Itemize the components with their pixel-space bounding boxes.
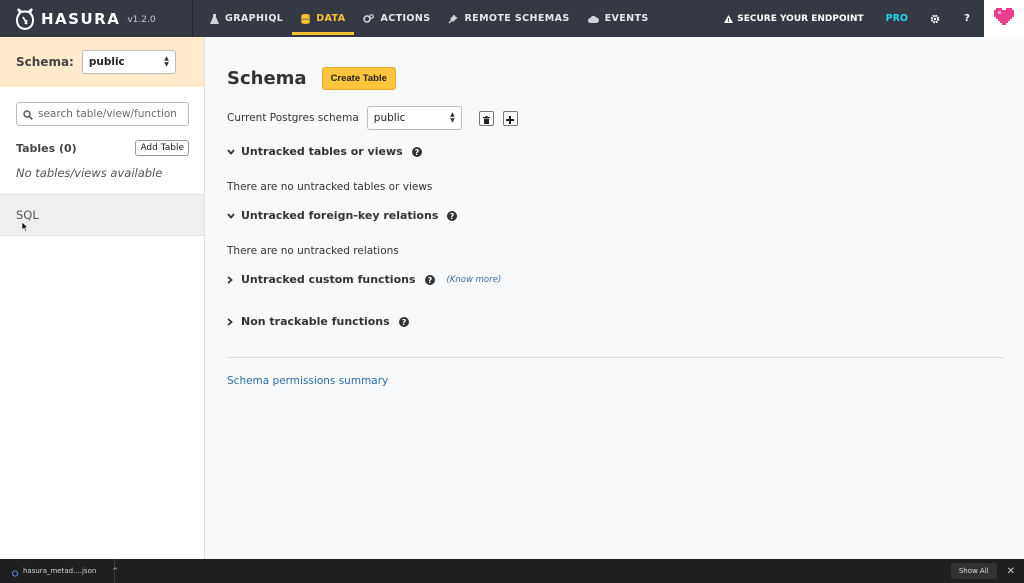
select-arrows-icon: ▲ ▼ [164, 55, 169, 68]
untracked-relations-message: There are no untracked relations [227, 245, 399, 257]
help-button[interactable]: ? [950, 13, 984, 24]
section-title: Untracked tables or views [241, 145, 403, 158]
secure-endpoint-label: SECURE YOUR ENDPOINT [737, 13, 864, 24]
help-question-icon[interactable]: ? [424, 274, 435, 285]
secure-endpoint-link[interactable]: SECURE YOUR ENDPOINT [714, 14, 873, 24]
main-content: Schema Create Table Current Postgres sch… [205, 37, 1024, 559]
settings-gear-icon[interactable] [920, 14, 950, 24]
know-more-link[interactable]: (Know more) [447, 275, 502, 285]
heart-button[interactable] [984, 0, 1024, 37]
section-untracked-tables[interactable]: Untracked tables or views ? [227, 145, 422, 158]
pixel-heart-icon [994, 8, 1014, 29]
section-non-trackable-functions[interactable]: Non trackable functions ? [227, 315, 409, 328]
show-all-button[interactable]: Show All [950, 563, 997, 579]
mouse-cursor-icon [21, 217, 29, 236]
plug-icon [448, 14, 458, 24]
cogs-icon [363, 13, 375, 24]
schema-select[interactable]: public ▲ ▼ [81, 50, 176, 74]
chevron-down-icon [227, 148, 237, 155]
chevron-down-icon [227, 212, 237, 219]
postgres-schema-select[interactable]: public ▲ ▼ [366, 106, 462, 130]
tab-label: REMOTE SCHEMAS [464, 13, 570, 24]
svg-text:?: ? [401, 318, 406, 327]
search-placeholder: search table/view/function [38, 108, 177, 120]
brand[interactable]: HASURA v1.2.0 [0, 0, 193, 37]
chevron-right-icon [227, 275, 237, 284]
chevron-right-icon [227, 317, 237, 326]
schema-label: Schema: [16, 55, 74, 69]
select-arrows-icon: ▲ ▼ [450, 111, 455, 124]
empty-tables-message: No tables/views available [16, 166, 163, 180]
svg-text:?: ? [450, 212, 455, 221]
tab-label: EVENTS [604, 13, 649, 24]
hasura-logo-icon [15, 7, 35, 30]
postgres-schema-row: Current Postgres schema public ▲ ▼ [227, 106, 518, 130]
version-label: v1.2.0 [127, 15, 156, 25]
warning-icon [724, 14, 734, 23]
delete-schema-button[interactable] [478, 109, 494, 128]
tab-data[interactable]: DATA [292, 0, 355, 37]
page-title: Schema [227, 68, 307, 89]
tab-label: GRAPHIQL [225, 13, 284, 24]
svg-text:?: ? [427, 276, 432, 285]
top-navbar: HASURA v1.2.0 GRAPHIQL DATA ACTIONS REMO… [0, 0, 1024, 37]
tables-header: Tables (0) Add Table [16, 140, 189, 156]
database-icon [301, 13, 311, 24]
brand-name: HASURA [41, 9, 121, 28]
trash-icon [482, 109, 490, 128]
svg-text:?: ? [414, 148, 419, 157]
tab-remote-schemas[interactable]: REMOTE SCHEMAS [439, 0, 578, 37]
download-filename: hasura_metad....json [23, 567, 97, 575]
sidebar-item-sql[interactable]: SQL [0, 194, 204, 236]
schema-bar: Schema: public ▲ ▼ [0, 37, 204, 87]
tab-label: DATA [316, 13, 346, 24]
help-question-icon[interactable]: ? [411, 146, 422, 157]
chevron-up-icon[interactable]: ^ [112, 567, 118, 575]
flask-icon [210, 13, 219, 24]
section-title: Untracked custom functions [241, 273, 416, 286]
schema-permissions-link[interactable]: Schema permissions summary [227, 375, 388, 387]
schema-select-value: public [88, 56, 125, 68]
table-search-input[interactable]: search table/view/function [16, 102, 189, 126]
tab-label: ACTIONS [380, 13, 431, 24]
tables-count: Tables (0) [16, 141, 77, 155]
divider [227, 357, 1003, 358]
add-schema-button[interactable] [502, 109, 518, 128]
search-icon [23, 105, 33, 124]
create-table-button[interactable]: Create Table [321, 67, 396, 90]
cloud-icon [587, 15, 599, 23]
tab-actions[interactable]: ACTIONS [354, 0, 439, 37]
tab-events[interactable]: EVENTS [579, 0, 658, 37]
nav-tabs: GRAPHIQL DATA ACTIONS REMOTE SCHEMAS EVE… [201, 0, 658, 37]
download-bar: hasura_metad....json ^ Show All ✕ [0, 559, 1024, 583]
section-title: Non trackable functions [241, 315, 390, 328]
section-title: Untracked foreign-key relations [241, 209, 439, 222]
postgres-schema-label: Current Postgres schema [227, 112, 359, 124]
section-untracked-functions[interactable]: Untracked custom functions ? (Know more) [227, 273, 501, 286]
help-question-icon[interactable]: ? [398, 316, 409, 327]
nav-right: SECURE YOUR ENDPOINT PRO ? [714, 0, 1024, 37]
untracked-tables-message: There are no untracked tables or views [227, 181, 433, 193]
file-icon [11, 562, 19, 581]
section-untracked-relations[interactable]: Untracked foreign-key relations ? [227, 209, 458, 222]
download-item[interactable]: hasura_metad....json ^ [0, 559, 118, 583]
plus-icon [506, 109, 515, 128]
tab-graphiql[interactable]: GRAPHIQL [201, 0, 292, 37]
pro-link[interactable]: PRO [874, 13, 920, 24]
title-row: Schema Create Table [227, 67, 396, 90]
help-question-icon[interactable]: ? [447, 210, 458, 221]
close-icon[interactable]: ✕ [1007, 566, 1015, 577]
sidebar: Schema: public ▲ ▼ search table/view/func… [0, 37, 205, 559]
add-table-button[interactable]: Add Table [135, 140, 189, 156]
postgres-schema-value: public [373, 112, 406, 124]
